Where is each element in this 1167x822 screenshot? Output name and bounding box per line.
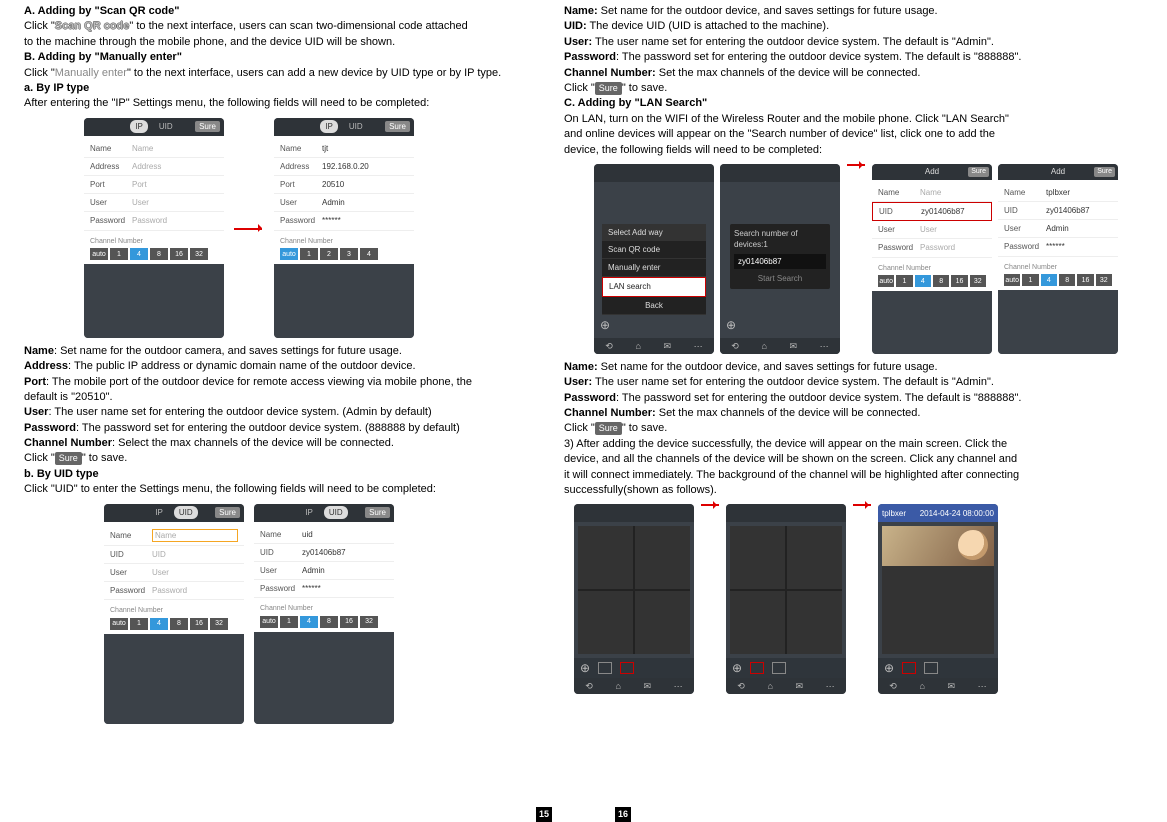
live-video[interactable] — [882, 526, 994, 654]
desc-name: Name: Set name for the outdoor camera, a… — [24, 344, 544, 359]
heading-bb: b. By UID type — [24, 467, 544, 482]
desc-address: Address: The public IP address or dynami… — [24, 359, 544, 374]
lan-menu-phone: Select Add way Scan QR code Manually ent… — [594, 164, 714, 354]
layout-2-icon[interactable] — [620, 662, 634, 674]
live-time: 2014-04-24 08:00:00 — [920, 508, 994, 519]
plus-icon[interactable]: ⊕ — [580, 660, 590, 677]
video-thumbnail — [882, 526, 994, 566]
desc-port: Port: The mobile port of the outdoor dev… — [24, 375, 544, 390]
person-face — [958, 530, 988, 560]
sure-chip: Sure — [55, 452, 82, 465]
start-search-button[interactable]: Start Search — [734, 273, 826, 284]
layout-1-icon[interactable] — [750, 662, 764, 674]
uid-phone-filled: IP UID Sure Nameuid UIDzy01406b87 UserAd… — [254, 504, 394, 724]
layout-1-icon[interactable] — [598, 662, 612, 674]
name-input[interactable]: Name — [132, 143, 218, 154]
live-phone-2: ⊕ ⟲⌂✉⋯ — [726, 504, 846, 694]
desc-user: User: The user name set for entering the… — [24, 405, 544, 420]
live-title: tplbxer — [882, 508, 906, 519]
lan-phones-row: Select Add way Scan QR code Manually ent… — [594, 164, 1143, 354]
ip-phones-row: IP UID Sure NameName AddressAddress Port… — [84, 118, 544, 338]
page: A. Adding by "Scan QR code" Click "Scan … — [0, 0, 1167, 801]
search-result-box: Search number of devices:1 zy01406b87 St… — [730, 224, 830, 289]
password-input[interactable]: Password — [132, 215, 218, 226]
uid-phones-row: IP UID Sure NameName UIDUID UserUser Pas… — [104, 504, 544, 724]
desc-channel: Channel Number: Select the max channels … — [24, 436, 544, 451]
desc-password: Password: The password set for entering … — [24, 421, 544, 436]
scan-qr-badge: Scan QR code — [55, 20, 130, 32]
uid-phone-empty: IP UID Sure NameName UIDUID UserUser Pas… — [104, 504, 244, 724]
phone-nav: ⟲⌂✉⋯ — [594, 338, 714, 354]
heading-ba: a. By IP type — [24, 81, 544, 96]
desc-click-save: Click "Sure" to save. — [24, 451, 544, 466]
sure-button[interactable]: Sure — [195, 121, 220, 132]
menu-scan-qr[interactable]: Scan QR code — [602, 241, 706, 259]
line-a2: to the machine through the mobile phone,… — [24, 35, 544, 50]
arrow-icon — [852, 504, 872, 506]
arrow-icon — [846, 164, 866, 166]
user-input[interactable]: User — [132, 197, 218, 208]
ip-phone-empty: IP UID Sure NameName AddressAddress Port… — [84, 118, 224, 338]
plus-icon[interactable]: ⊕ — [600, 317, 610, 334]
tab-ip[interactable]: IP — [130, 120, 148, 133]
right-column: Name: Set name for the outdoor device, a… — [554, 4, 1153, 797]
line-a1: Click "Scan QR code" to the next interfa… — [24, 19, 544, 34]
arrow-icon — [700, 504, 720, 506]
live-phones-row: ⊕ ⟲⌂✉⋯ ⊕ ⟲⌂✉⋯ — [574, 504, 1143, 694]
ip-phone-filled: IP UID Sure Nametjt Address192.168.0.20 … — [274, 118, 414, 338]
channel-grid[interactable] — [578, 526, 690, 654]
address-input[interactable]: Address — [132, 161, 218, 172]
add-form-phone-1: AddSure NameName UIDzy01406b87 UserUser … — [872, 164, 992, 354]
add-form-phone-2: AddSure Nametplbxer UIDzy01406b87 UserAd… — [998, 164, 1118, 354]
page-numbers: 15 16 — [0, 807, 1167, 822]
live-phone-3: tplbxer 2014-04-24 08:00:00 ⊕ ⟲⌂✉⋯ — [878, 504, 998, 694]
menu-lan-search[interactable]: LAN search — [602, 277, 706, 296]
page-num-right: 16 — [615, 807, 631, 822]
tab-uid[interactable]: UID — [154, 120, 178, 133]
page-num-left: 15 — [536, 807, 552, 822]
search-result-uid[interactable]: zy01406b87 — [734, 254, 826, 269]
line-ba: After entering the "IP" Settings menu, t… — [24, 96, 544, 111]
menu-manual[interactable]: Manually enter — [602, 259, 706, 277]
channel-number: Channel Number auto1481632 — [84, 235, 224, 265]
toolbar: ⊕ — [574, 658, 694, 678]
ip-tabs: IP UID Sure — [84, 118, 224, 136]
lan-search-phone: Search number of devices:1 zy01406b87 St… — [720, 164, 840, 354]
heading-c: C. Adding by "LAN Search" — [564, 96, 1143, 111]
line-b1: Click "Manually enter" to the next inter… — [24, 66, 544, 81]
layout-2-icon[interactable] — [772, 662, 786, 674]
manual-badge: Manually enter — [55, 67, 127, 79]
heading-b: B. Adding by "Manually enter" — [24, 50, 544, 65]
select-add-way-menu: Select Add way Scan QR code Manually ent… — [602, 224, 706, 315]
back-button[interactable]: Back — [602, 297, 706, 315]
channel-strip[interactable]: auto1481632 — [90, 248, 218, 260]
heading-a: A. Adding by "Scan QR code" — [24, 4, 544, 19]
port-input[interactable]: Port — [132, 179, 218, 190]
live-phone-1: ⊕ ⟲⌂✉⋯ — [574, 504, 694, 694]
sure-chip: Sure — [595, 82, 622, 95]
left-column: A. Adding by "Scan QR code" Click "Scan … — [14, 4, 554, 797]
ip-form1: NameName AddressAddress PortPort UserUse… — [84, 136, 224, 235]
